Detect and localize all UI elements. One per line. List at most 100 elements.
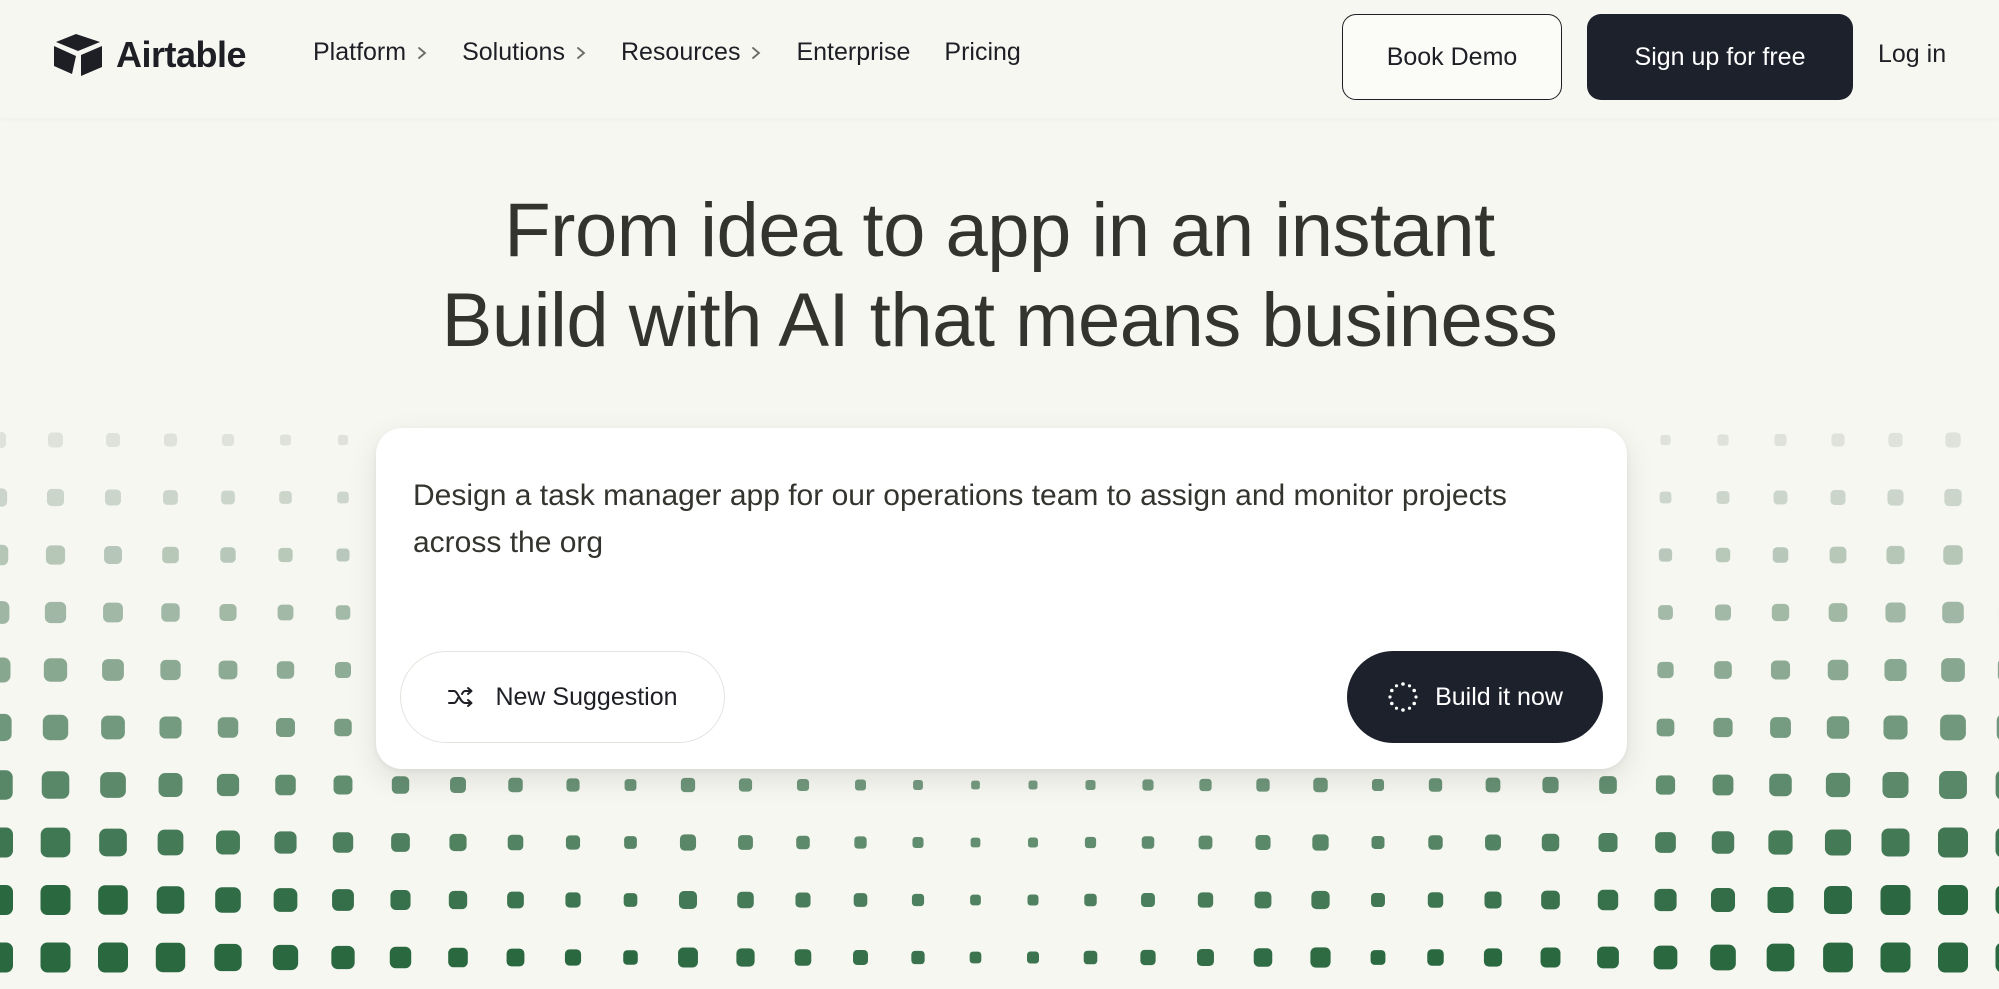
page: Airtable Platform Solutions Resources En… xyxy=(0,0,1999,989)
shuffle-icon xyxy=(448,687,473,707)
background-dot xyxy=(1658,548,1673,562)
background-dot xyxy=(1140,949,1156,966)
background-dot xyxy=(334,661,352,679)
background-dot xyxy=(159,716,182,739)
background-dot xyxy=(0,601,10,624)
background-dot xyxy=(1773,490,1788,505)
background-dot xyxy=(0,431,7,449)
background-dot xyxy=(276,661,295,679)
background-dot xyxy=(506,948,525,967)
background-dot xyxy=(156,886,185,914)
background-dot xyxy=(40,827,71,858)
background-dot xyxy=(47,432,64,448)
background-dot xyxy=(796,778,810,792)
chevron-right-icon xyxy=(418,46,427,59)
background-dot xyxy=(1945,432,1961,448)
background-dot xyxy=(277,604,294,621)
background-dot xyxy=(1710,944,1736,971)
signup-button[interactable]: Sign up for free xyxy=(1587,14,1853,100)
background-dot xyxy=(1027,894,1039,906)
prompt-input[interactable]: Design a task manager app for our operat… xyxy=(413,472,1553,566)
nav-item-enterprise[interactable]: Enterprise xyxy=(796,38,910,67)
background-dot xyxy=(1938,942,1968,973)
background-dot xyxy=(970,894,981,906)
background-dot xyxy=(279,434,292,446)
background-dot xyxy=(1597,889,1619,911)
background-dot xyxy=(1995,885,1999,915)
background-dot xyxy=(854,836,867,849)
background-dot xyxy=(1824,829,1852,856)
background-dot xyxy=(448,947,468,968)
background-dot xyxy=(1659,491,1672,504)
background-dot xyxy=(218,660,238,680)
background-dot xyxy=(1830,489,1846,506)
background-dot xyxy=(1883,715,1908,740)
background-dot xyxy=(1660,434,1671,446)
background-dot xyxy=(1658,605,1673,620)
ai-prompt-card: Design a task manager app for our operat… xyxy=(376,428,1627,769)
background-dot xyxy=(1710,887,1736,913)
background-dot xyxy=(1197,892,1214,908)
chevron-right-icon xyxy=(577,46,586,59)
background-dot xyxy=(1888,432,1903,448)
background-dot xyxy=(217,717,239,738)
background-dot xyxy=(276,718,295,737)
background-dot xyxy=(1084,836,1097,849)
nav-item-label: Pricing xyxy=(944,38,1021,66)
background-dot xyxy=(1938,885,1968,915)
background-dot xyxy=(1654,888,1677,912)
background-dot xyxy=(155,942,186,973)
background-dot xyxy=(450,777,466,793)
background-dot xyxy=(1028,837,1038,848)
background-dot xyxy=(1255,834,1271,851)
background-dot xyxy=(1766,943,1795,972)
background-dot xyxy=(1717,434,1729,446)
nav-item-pricing[interactable]: Pricing xyxy=(944,38,1020,67)
login-link[interactable]: Log in xyxy=(1878,40,1946,69)
background-dot xyxy=(279,491,292,504)
background-dot xyxy=(1995,828,1999,857)
background-dot xyxy=(0,827,13,858)
background-dot xyxy=(1427,892,1444,908)
background-dot xyxy=(216,830,240,855)
background-dot xyxy=(335,605,351,620)
book-demo-button[interactable]: Book Demo xyxy=(1342,14,1562,100)
background-dot xyxy=(795,892,811,908)
build-it-now-button[interactable]: Build it now xyxy=(1347,651,1603,743)
background-dot xyxy=(164,433,177,447)
background-dot xyxy=(1599,776,1617,794)
background-dot xyxy=(162,546,179,564)
brand-logo[interactable]: Airtable xyxy=(52,32,247,78)
background-dot xyxy=(0,942,13,973)
background-dot xyxy=(624,779,637,791)
background-dot xyxy=(736,948,755,967)
background-dot xyxy=(911,950,925,965)
background-dot xyxy=(333,775,353,795)
background-dot xyxy=(221,490,235,505)
background-dot xyxy=(1827,659,1849,681)
background-dot xyxy=(337,434,349,446)
background-dot xyxy=(1371,778,1385,792)
background-dot xyxy=(1483,948,1503,967)
background-dot xyxy=(1885,602,1906,623)
chevron-right-icon xyxy=(752,46,761,59)
background-dot xyxy=(1311,890,1330,910)
background-dot xyxy=(1768,830,1793,855)
background-dot xyxy=(98,942,128,973)
background-dot xyxy=(0,770,13,800)
nav-item-platform[interactable]: Platform xyxy=(313,38,428,67)
background-dot xyxy=(1944,488,1962,507)
background-dot xyxy=(102,659,124,681)
background-dot xyxy=(1940,714,1966,741)
background-dot xyxy=(1711,831,1735,854)
nav-item-solutions[interactable]: Solutions xyxy=(462,38,587,67)
nav-item-label: Enterprise xyxy=(796,38,911,66)
hero-line-2: Build with AI that means business xyxy=(441,278,1558,363)
nav-item-resources[interactable]: Resources xyxy=(621,38,763,67)
hero-heading: From idea to app in an instant Build wit… xyxy=(0,186,1999,366)
background-dot xyxy=(1655,832,1676,853)
new-suggestion-button[interactable]: New Suggestion xyxy=(400,651,725,743)
nav-item-label: Solutions xyxy=(462,38,565,66)
background-dot xyxy=(1713,717,1733,738)
background-dot xyxy=(332,889,354,911)
